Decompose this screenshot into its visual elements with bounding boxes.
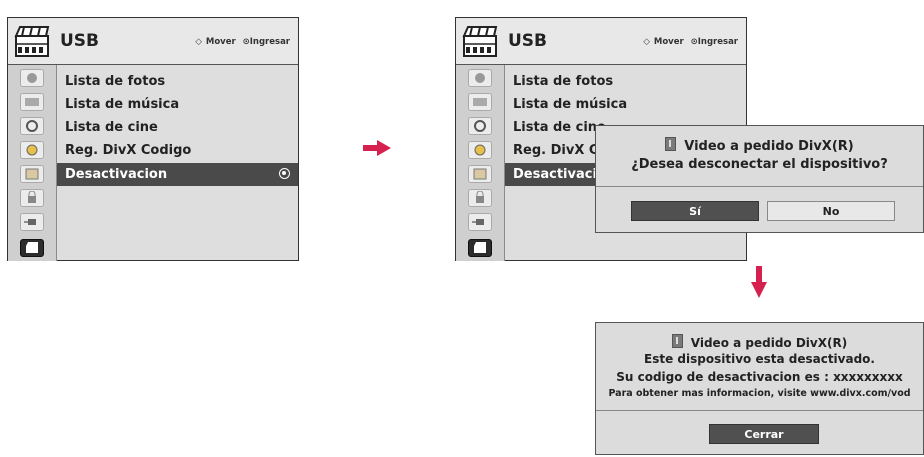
enter-icon: ⊙ (242, 37, 250, 47)
clock-icon[interactable] (20, 141, 44, 159)
list-item-photos[interactable]: Lista de fotos (57, 70, 298, 93)
film-icon[interactable] (468, 165, 492, 183)
move-arrows-icon: ◇ (195, 37, 202, 47)
item-label: Lista de fotos (513, 74, 614, 89)
tv-icon[interactable] (468, 93, 492, 111)
speaker-icon[interactable] (20, 117, 44, 135)
usb-clapper-icon[interactable] (468, 239, 492, 257)
info-icon (665, 137, 677, 151)
usb-clapper-icon[interactable] (20, 239, 44, 257)
plug-icon[interactable] (468, 213, 492, 231)
picture-icon[interactable] (20, 69, 44, 87)
menu-title: USB (508, 31, 548, 51)
dialog-divider (596, 186, 923, 187)
category-sidebar (456, 65, 505, 261)
item-label: Lista de cine (513, 120, 606, 135)
picture-icon[interactable] (468, 69, 492, 87)
item-label: Lista de cine (65, 120, 158, 135)
arrow-down-icon (751, 266, 767, 298)
clock-icon[interactable] (468, 141, 492, 159)
yes-button[interactable]: Sí (631, 201, 759, 221)
item-label: Reg. DivX Codigo (65, 143, 192, 158)
item-label: Desactivacion (65, 167, 168, 182)
hint-move-label: Mover (205, 37, 236, 47)
plug-icon[interactable] (20, 213, 44, 231)
item-label: Lista de música (65, 97, 180, 112)
navigation-hint: ◇ Mover ⊙Ingresar (639, 37, 738, 47)
list-item-deactivation[interactable]: Desactivacion (57, 163, 298, 186)
item-label: Lista de música (513, 97, 628, 112)
lock-icon[interactable] (468, 189, 492, 207)
more-info-text: Para obtener mas informacion, visite www… (608, 388, 911, 399)
dialog-title: Video a pedido DivX(R) (596, 334, 923, 350)
move-arrows-icon: ◇ (643, 37, 650, 47)
clapperboard-icon (14, 26, 50, 57)
selected-radio-icon (279, 168, 290, 179)
film-icon[interactable] (20, 165, 44, 183)
list-item-music[interactable]: Lista de música (505, 93, 746, 116)
arrow-right-icon (363, 140, 391, 156)
navigation-hint: ◇ Mover ⊙Ingresar (191, 37, 290, 47)
deactivated-dialog: Video a pedido DivX(R) Este dispositivo … (595, 322, 924, 455)
list-item-movies[interactable]: Lista de cine (57, 116, 298, 139)
dialog-title-text: Video a pedido DivX(R) (690, 336, 848, 350)
dialog-divider (596, 410, 923, 411)
category-sidebar (8, 65, 57, 261)
dialog-question: ¿Desea desconectar el dispositivo? (631, 157, 888, 172)
speaker-icon[interactable] (468, 117, 492, 135)
clapperboard-icon (462, 26, 498, 57)
deactivated-message: Este dispositivo esta desactivado. (644, 352, 875, 366)
enter-icon: ⊙ (690, 37, 698, 47)
dialog-title-text: Video a pedido DivX(R) (684, 139, 854, 154)
tv-icon[interactable] (20, 93, 44, 111)
usb-menu-left: USB ◇ Mover ⊙Ingresar Lista de fotos List… (7, 17, 299, 261)
hint-enter-label: Ingresar (249, 37, 290, 47)
info-icon (671, 334, 683, 348)
menu-header: USB ◇ Mover ⊙Ingresar (8, 18, 298, 65)
no-button[interactable]: No (767, 201, 895, 221)
close-button[interactable]: Cerrar (709, 424, 819, 444)
hint-move-label: Mover (653, 37, 684, 47)
list-item-divx-reg[interactable]: Reg. DivX Codigo (57, 139, 298, 162)
list-item-photos[interactable]: Lista de fotos (505, 70, 746, 93)
item-label: Lista de fotos (65, 74, 166, 89)
menu-header: USB ◇ Mover ⊙Ingresar (456, 18, 746, 65)
confirm-dialog: Video a pedido DivX(R) ¿Desea desconecta… (595, 125, 924, 233)
deactivation-code: Su codigo de desactivacion es : xxxxxxxx… (616, 370, 903, 384)
menu-title: USB (60, 31, 100, 51)
menu-list: Lista de fotos Lista de música Lista de … (57, 65, 298, 260)
list-item-music[interactable]: Lista de música (57, 93, 298, 116)
hint-enter-label: Ingresar (697, 37, 738, 47)
dialog-title: Video a pedido DivX(R) (596, 137, 923, 154)
lock-icon[interactable] (20, 189, 44, 207)
